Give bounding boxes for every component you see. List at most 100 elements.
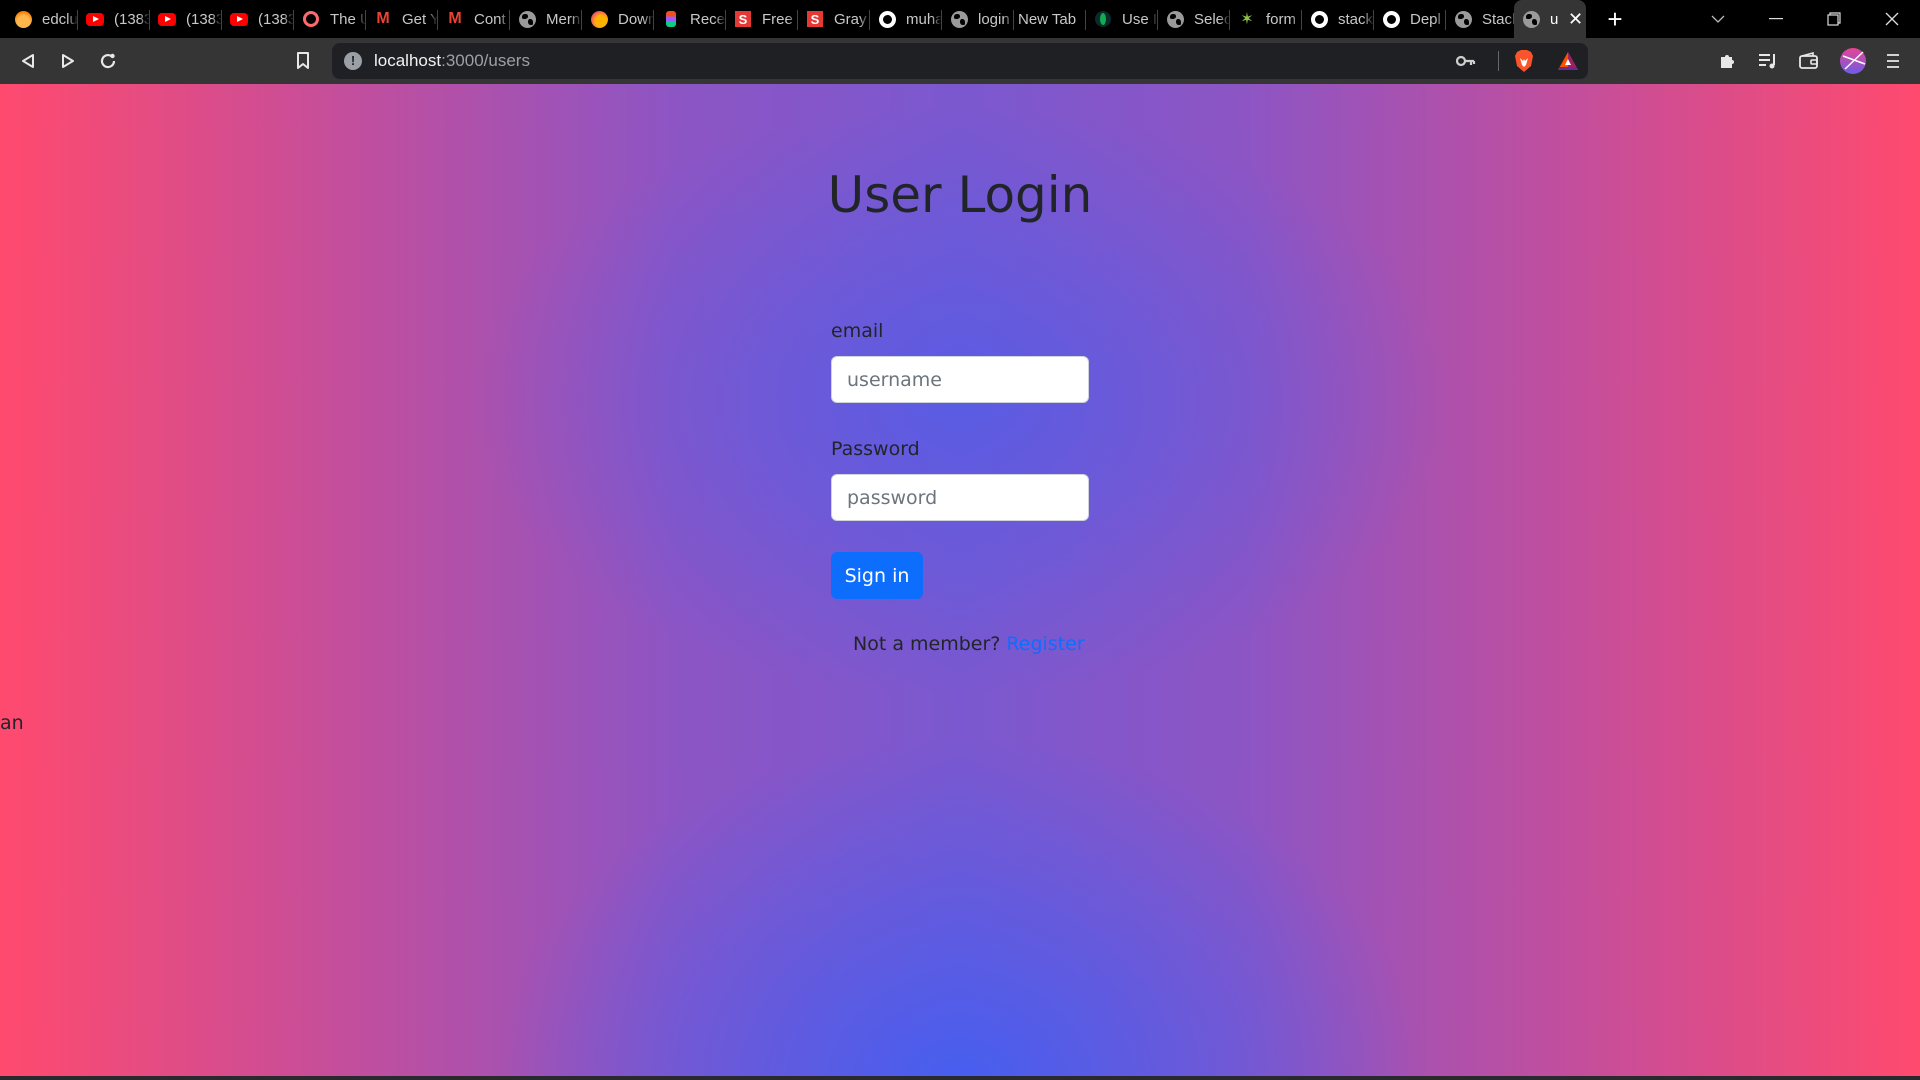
tab-label: form [1266, 10, 1296, 28]
tab-label: Mern [546, 10, 581, 28]
tab[interactable]: Down [582, 0, 654, 38]
tab[interactable]: S Gray [798, 0, 870, 38]
avatar [1840, 48, 1866, 74]
firefox-icon [590, 10, 608, 28]
key-icon [1455, 55, 1476, 67]
tab[interactable]: muha [870, 0, 942, 38]
s-icon: S [735, 11, 751, 27]
tab-label: The U [330, 10, 366, 28]
tab[interactable]: S Free [726, 0, 798, 38]
hamburger-menu-icon [1887, 54, 1899, 68]
bookmark-button[interactable] [286, 44, 320, 78]
browser-toolbar: ! localhost:3000/users [0, 38, 1920, 84]
password-key-button[interactable] [1455, 52, 1476, 75]
github-icon [1310, 10, 1328, 28]
not-member-text: Not a member? [853, 633, 1001, 655]
tab[interactable]: ✶ form [1230, 0, 1302, 38]
tab[interactable]: M Get Y [366, 0, 438, 38]
reload-button[interactable] [91, 44, 125, 78]
site-info-icon[interactable]: ! [344, 52, 362, 70]
forward-button[interactable] [51, 44, 85, 78]
github-icon [1382, 10, 1400, 28]
puzzle-icon [1721, 55, 1734, 68]
restore-icon [1827, 12, 1841, 26]
tab[interactable]: (1383) [78, 0, 150, 38]
password-label: Password [831, 438, 920, 460]
globe-icon [518, 10, 536, 28]
new-tab-button[interactable]: + [1600, 4, 1630, 34]
tab[interactable]: Use I [1086, 0, 1158, 38]
tab[interactable]: The U [294, 0, 366, 38]
ring-icon [303, 11, 319, 27]
address-bar[interactable]: ! localhost:3000/users [332, 43, 1588, 79]
menu-button[interactable] [1876, 44, 1910, 78]
tab-label: muha [906, 10, 942, 28]
tab-label: Free [762, 10, 793, 28]
tab-search-button[interactable] [1690, 0, 1746, 38]
tab[interactable]: New Tab [1014, 0, 1086, 38]
minimize-button[interactable] [1748, 0, 1804, 38]
mongodb-icon [1095, 11, 1111, 27]
password-field[interactable] [831, 474, 1089, 521]
tab[interactable]: stack [1302, 0, 1374, 38]
tab[interactable]: Depl [1374, 0, 1446, 38]
chevron-down-icon [1711, 15, 1725, 23]
stray-text: an [0, 712, 24, 734]
tab-label: Depl [1410, 10, 1441, 28]
brave-shields-button[interactable] [1514, 49, 1534, 78]
bottom-edge [0, 1076, 1920, 1080]
globe-icon [1454, 10, 1472, 28]
tab-label: Down [618, 10, 654, 28]
tab[interactable]: (1383) [150, 0, 222, 38]
back-button[interactable] [11, 44, 45, 78]
email-field[interactable] [831, 356, 1089, 403]
url-text[interactable]: localhost:3000/users [374, 51, 530, 71]
eddie-icon [14, 10, 32, 28]
omnibox-divider [1498, 51, 1499, 71]
extensions-button[interactable] [1711, 44, 1745, 78]
bat-triangle-icon [1558, 52, 1578, 70]
tab[interactable]: Mern [510, 0, 582, 38]
restore-button[interactable] [1806, 0, 1862, 38]
bookmark-icon [297, 52, 309, 69]
youtube-icon [86, 12, 104, 26]
s-icon: S [807, 11, 823, 27]
close-tab-icon[interactable]: ✕ [1568, 10, 1583, 28]
figma-icon [666, 11, 676, 27]
tab-label: New Tab [1018, 10, 1077, 28]
tab-label: Recen [690, 10, 726, 28]
sign-in-button[interactable]: Sign in [831, 552, 923, 599]
register-prompt: Not a member? Register [853, 633, 1085, 655]
globe-icon [950, 10, 968, 28]
profile-button[interactable] [1836, 44, 1870, 78]
tab-label: stack [1338, 10, 1374, 28]
tab[interactable]: Recen [654, 0, 726, 38]
tab-label: (1383) [114, 10, 150, 28]
forward-icon [62, 54, 74, 68]
tab[interactable]: edclub [6, 0, 78, 38]
tab-label: u [1550, 10, 1559, 28]
star-icon: ✶ [1240, 11, 1254, 28]
tab-label: Use I [1122, 10, 1158, 28]
gmail-icon: M [448, 10, 462, 27]
tab[interactable]: login [942, 0, 1014, 38]
wallet-button[interactable] [1792, 44, 1826, 78]
close-icon [1885, 12, 1899, 26]
minimize-icon [1769, 18, 1783, 20]
register-link[interactable]: Register [1006, 633, 1084, 655]
brave-rewards-button[interactable] [1557, 51, 1579, 76]
tab[interactable]: Selec [1158, 0, 1230, 38]
youtube-icon [158, 12, 176, 26]
tab-label: Stack [1482, 10, 1518, 28]
url-path: :3000/users [441, 51, 530, 70]
tab[interactable]: M Cont [438, 0, 510, 38]
tab[interactable]: (1383) [222, 0, 294, 38]
brave-lion-icon [1515, 50, 1533, 72]
gmail-icon: M [376, 10, 390, 27]
media-playlist-button[interactable] [1751, 44, 1785, 78]
tab[interactable]: Stack [1446, 0, 1518, 38]
tab-active[interactable]: u ✕ [1514, 0, 1586, 38]
close-window-button[interactable] [1864, 0, 1920, 38]
back-icon [22, 54, 34, 68]
github-icon [878, 10, 896, 28]
